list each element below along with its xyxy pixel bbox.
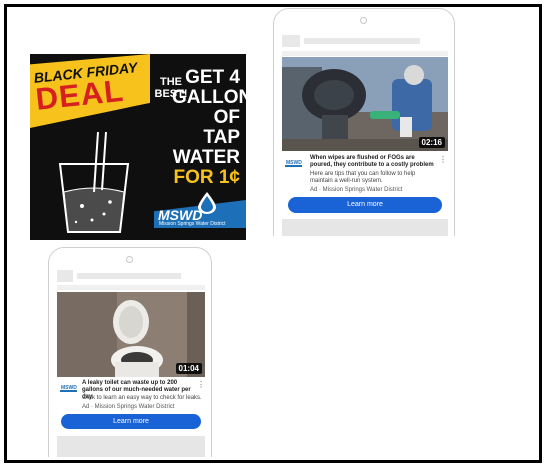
ad-description: Here are tips that you can follow to hel… <box>310 171 416 184</box>
video-thumbnail-worker[interactable]: 02:16 <box>282 57 448 151</box>
banner-offer-line4: WATER <box>172 147 240 168</box>
more-options-icon[interactable]: ⋮ <box>197 380 205 389</box>
more-options-icon[interactable]: ⋮ <box>439 155 447 164</box>
placeholder-area <box>57 436 205 457</box>
banner-offer-price: FOR 1¢ <box>173 167 240 188</box>
placeholder-text <box>304 38 420 44</box>
banner-offer-line1: GET 4 <box>185 67 240 88</box>
black-friday-banner-ad[interactable]: BLACK FRIDAY DEAL THE BEST! GET 4 GALLON… <box>30 54 246 240</box>
phone-mockup-1: 02:16 MSWD When wipes are flushed or FOG… <box>273 8 455 236</box>
video-thumbnail-toilet[interactable]: 01:04 <box>57 292 205 377</box>
ad-advertiser-meta: Ad · Mission Springs Water District <box>310 187 403 193</box>
phone-mockup-2: 01:04 MSWD A leaky toilet can waste up t… <box>48 247 212 457</box>
ad-title[interactable]: When wipes are flushed or FOGs are poure… <box>310 155 438 169</box>
placeholder-area <box>282 219 448 236</box>
mswd-advertiser-logo-icon: MSWD <box>285 157 302 167</box>
banner-offer-text: GET 4 GALLONS OF TAP WATER FOR 1¢ <box>172 68 246 188</box>
banner-offer-line2: GALLONS <box>172 87 246 108</box>
banner-deal-text: DEAL <box>34 72 126 117</box>
mswd-logo: MSWD Mission Springs Water District <box>154 192 246 228</box>
banner-offer-line3: OF TAP <box>203 107 240 148</box>
learn-more-button[interactable]: Learn more <box>61 414 201 429</box>
mswd-advertiser-logo-icon: MSWD <box>60 382 77 392</box>
learn-more-button[interactable]: Learn more <box>288 197 442 213</box>
ad-description: Click to learn an easy way to check for … <box>82 395 202 401</box>
phone-camera-icon <box>360 17 367 24</box>
placeholder-avatar <box>57 270 73 282</box>
water-glass-icon <box>58 132 130 233</box>
phone-screen-2: 01:04 MSWD A leaky toilet can waste up t… <box>57 268 205 457</box>
video-duration-badge: 02:16 <box>418 137 445 148</box>
placeholder-avatar <box>282 35 300 47</box>
placeholder-text <box>77 273 181 279</box>
logo-subtext: Mission Springs Water District <box>159 221 226 227</box>
ad-advertiser-meta: Ad · Mission Springs Water District <box>82 404 175 410</box>
phone-camera-icon <box>126 256 133 263</box>
video-duration-badge: 01:04 <box>175 363 202 374</box>
placeholder-text <box>57 285 205 290</box>
phone-screen-1: 02:16 MSWD When wipes are flushed or FOG… <box>282 31 448 236</box>
placeholder-text <box>282 51 448 56</box>
